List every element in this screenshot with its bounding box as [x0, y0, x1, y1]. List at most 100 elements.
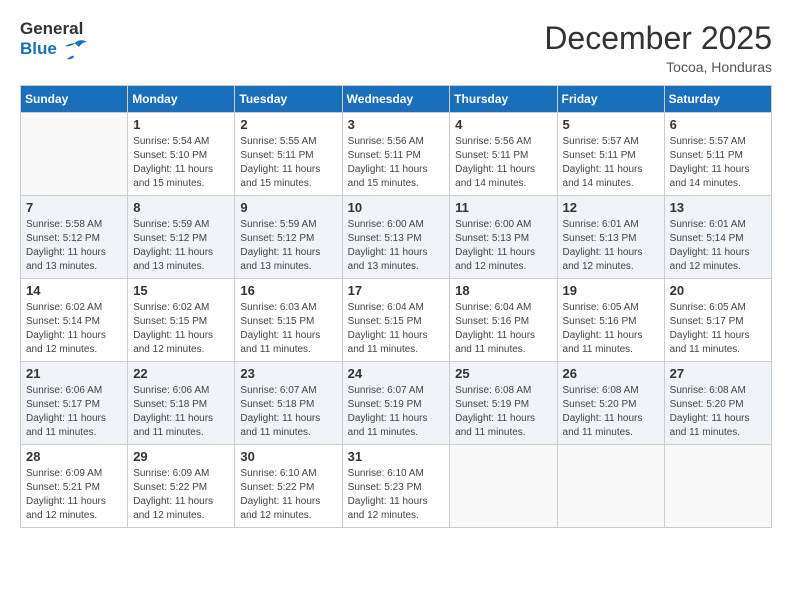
day-info: Sunrise: 6:08 AM Sunset: 5:20 PM Dayligh… — [563, 384, 659, 440]
day-info: Sunrise: 6:08 AM Sunset: 5:20 PM Dayligh… — [670, 384, 766, 440]
weekday-thursday: Thursday — [450, 86, 557, 113]
day-number: 9 — [240, 200, 336, 215]
table-row: 22Sunrise: 6:06 AM Sunset: 5:18 PM Dayli… — [128, 362, 235, 445]
day-number: 11 — [455, 200, 551, 215]
table-row: 17Sunrise: 6:04 AM Sunset: 5:15 PM Dayli… — [342, 279, 450, 362]
table-row: 9 Sunrise: 5:59 AM Sunset: 5:12 PM Daylig… — [235, 196, 342, 279]
table-row: 23 Sunrise: 6:07 AM Sunset: 5:18 PM Dayli… — [235, 362, 342, 445]
day-number: 27 — [670, 366, 766, 381]
day-info: Sunrise: 6:04 AM Sunset: 5:15 PM Dayligh… — [348, 301, 445, 357]
day-number: 26 — [563, 366, 659, 381]
table-row: 18 Sunrise: 6:04 AM Sunset: 5:16 PM Dayli… — [450, 279, 557, 362]
day-number: 21 — [26, 366, 122, 381]
weekday-tuesday: Tuesday — [235, 86, 342, 113]
table-row: 16 Sunrise: 6:03 AM Sunset: 5:15 PM Dayli… — [235, 279, 342, 362]
logo-general: General — [20, 20, 83, 39]
table-row: 1 Sunrise: 5:54 AM Sunset: 5:10 PM Daylig… — [128, 113, 235, 196]
calendar-week-5: 28 Sunrise: 6:09 AM Sunset: 5:21 PM Dayli… — [21, 445, 772, 528]
weekday-wednesday: Wednesday — [342, 86, 450, 113]
table-row: 12Sunrise: 6:01 AM Sunset: 5:13 PM Dayli… — [557, 196, 664, 279]
calendar-week-4: 21 Sunrise: 6:06 AM Sunset: 5:17 PM Dayli… — [21, 362, 772, 445]
day-info: Sunrise: 6:01 AM Sunset: 5:13 PM Dayligh… — [563, 218, 659, 274]
day-info: Sunrise: 5:56 AM Sunset: 5:11 PM Dayligh… — [455, 135, 551, 191]
day-number: 6 — [670, 117, 766, 132]
day-info: Sunrise: 5:59 AM Sunset: 5:12 PM Dayligh… — [240, 218, 336, 274]
day-info: Sunrise: 6:08 AM Sunset: 5:19 PM Dayligh… — [455, 384, 551, 440]
logo-bird-icon — [61, 39, 89, 61]
weekday-header-row: SundayMondayTuesdayWednesdayThursdayFrid… — [21, 86, 772, 113]
day-info: Sunrise: 6:05 AM Sunset: 5:17 PM Dayligh… — [670, 301, 766, 357]
day-info: Sunrise: 6:09 AM Sunset: 5:21 PM Dayligh… — [26, 467, 122, 523]
table-row: 28 Sunrise: 6:09 AM Sunset: 5:21 PM Dayli… — [21, 445, 128, 528]
table-row: 2 Sunrise: 5:55 AM Sunset: 5:11 PM Daylig… — [235, 113, 342, 196]
table-row: 19 Sunrise: 6:05 AM Sunset: 5:16 PM Dayli… — [557, 279, 664, 362]
weekday-monday: Monday — [128, 86, 235, 113]
table-row: 5Sunrise: 5:57 AM Sunset: 5:11 PM Daylig… — [557, 113, 664, 196]
day-info: Sunrise: 6:00 AM Sunset: 5:13 PM Dayligh… — [455, 218, 551, 274]
table-row: 6 Sunrise: 5:57 AM Sunset: 5:11 PM Daylig… — [664, 113, 771, 196]
table-row: 20Sunrise: 6:05 AM Sunset: 5:17 PM Dayli… — [664, 279, 771, 362]
table-row: 14Sunrise: 6:02 AM Sunset: 5:14 PM Dayli… — [21, 279, 128, 362]
day-info: Sunrise: 6:02 AM Sunset: 5:15 PM Dayligh… — [133, 301, 229, 357]
day-info: Sunrise: 6:06 AM Sunset: 5:17 PM Dayligh… — [26, 384, 122, 440]
day-number: 15 — [133, 283, 229, 298]
day-info: Sunrise: 6:07 AM Sunset: 5:19 PM Dayligh… — [348, 384, 445, 440]
table-row — [664, 445, 771, 528]
table-row: 11 Sunrise: 6:00 AM Sunset: 5:13 PM Dayli… — [450, 196, 557, 279]
table-row: 31 Sunrise: 6:10 AM Sunset: 5:23 PM Dayli… — [342, 445, 450, 528]
day-number: 28 — [26, 449, 122, 464]
table-row: 4Sunrise: 5:56 AM Sunset: 5:11 PM Daylig… — [450, 113, 557, 196]
logo-icon: General Blue — [20, 20, 89, 61]
weekday-friday: Friday — [557, 86, 664, 113]
day-number: 13 — [670, 200, 766, 215]
day-info: Sunrise: 5:55 AM Sunset: 5:11 PM Dayligh… — [240, 135, 336, 191]
page-header: General Blue December 2025 Tocoa, Hondur… — [20, 20, 772, 75]
day-number: 2 — [240, 117, 336, 132]
day-number: 31 — [348, 449, 445, 464]
day-info: Sunrise: 6:10 AM Sunset: 5:23 PM Dayligh… — [348, 467, 445, 523]
day-number: 29 — [133, 449, 229, 464]
calendar-table: SundayMondayTuesdayWednesdayThursdayFrid… — [20, 85, 772, 528]
table-row: 21 Sunrise: 6:06 AM Sunset: 5:17 PM Dayli… — [21, 362, 128, 445]
day-number: 1 — [133, 117, 229, 132]
day-info: Sunrise: 5:58 AM Sunset: 5:12 PM Dayligh… — [26, 218, 122, 274]
calendar-week-3: 14Sunrise: 6:02 AM Sunset: 5:14 PM Dayli… — [21, 279, 772, 362]
day-number: 19 — [563, 283, 659, 298]
table-row: 29 Sunrise: 6:09 AM Sunset: 5:22 PM Dayli… — [128, 445, 235, 528]
table-row: 26 Sunrise: 6:08 AM Sunset: 5:20 PM Dayli… — [557, 362, 664, 445]
day-info: Sunrise: 6:06 AM Sunset: 5:18 PM Dayligh… — [133, 384, 229, 440]
day-info: Sunrise: 5:54 AM Sunset: 5:10 PM Dayligh… — [133, 135, 229, 191]
day-number: 14 — [26, 283, 122, 298]
table-row: 25 Sunrise: 6:08 AM Sunset: 5:19 PM Dayli… — [450, 362, 557, 445]
calendar-week-1: 1 Sunrise: 5:54 AM Sunset: 5:10 PM Daylig… — [21, 113, 772, 196]
table-row — [450, 445, 557, 528]
day-info: Sunrise: 6:04 AM Sunset: 5:16 PM Dayligh… — [455, 301, 551, 357]
day-info: Sunrise: 6:09 AM Sunset: 5:22 PM Dayligh… — [133, 467, 229, 523]
day-number: 25 — [455, 366, 551, 381]
day-number: 30 — [240, 449, 336, 464]
day-number: 23 — [240, 366, 336, 381]
day-number: 16 — [240, 283, 336, 298]
location-subtitle: Tocoa, Honduras — [544, 59, 772, 75]
table-row: 7Sunrise: 5:58 AM Sunset: 5:12 PM Daylig… — [21, 196, 128, 279]
title-block: December 2025 Tocoa, Honduras — [544, 20, 772, 75]
day-info: Sunrise: 6:03 AM Sunset: 5:15 PM Dayligh… — [240, 301, 336, 357]
table-row: 10Sunrise: 6:00 AM Sunset: 5:13 PM Dayli… — [342, 196, 450, 279]
day-number: 18 — [455, 283, 551, 298]
weekday-sunday: Sunday — [21, 86, 128, 113]
month-year-title: December 2025 — [544, 20, 772, 57]
table-row: 27 Sunrise: 6:08 AM Sunset: 5:20 PM Dayli… — [664, 362, 771, 445]
day-info: Sunrise: 6:05 AM Sunset: 5:16 PM Dayligh… — [563, 301, 659, 357]
table-row: 30Sunrise: 6:10 AM Sunset: 5:22 PM Dayli… — [235, 445, 342, 528]
logo: General Blue — [20, 20, 89, 61]
table-row: 13Sunrise: 6:01 AM Sunset: 5:14 PM Dayli… — [664, 196, 771, 279]
table-row: 3Sunrise: 5:56 AM Sunset: 5:11 PM Daylig… — [342, 113, 450, 196]
day-info: Sunrise: 5:59 AM Sunset: 5:12 PM Dayligh… — [133, 218, 229, 274]
table-row: 24Sunrise: 6:07 AM Sunset: 5:19 PM Dayli… — [342, 362, 450, 445]
weekday-saturday: Saturday — [664, 86, 771, 113]
table-row: 8 Sunrise: 5:59 AM Sunset: 5:12 PM Daylig… — [128, 196, 235, 279]
day-number: 8 — [133, 200, 229, 215]
day-number: 3 — [348, 117, 445, 132]
day-info: Sunrise: 6:07 AM Sunset: 5:18 PM Dayligh… — [240, 384, 336, 440]
day-info: Sunrise: 5:57 AM Sunset: 5:11 PM Dayligh… — [670, 135, 766, 191]
